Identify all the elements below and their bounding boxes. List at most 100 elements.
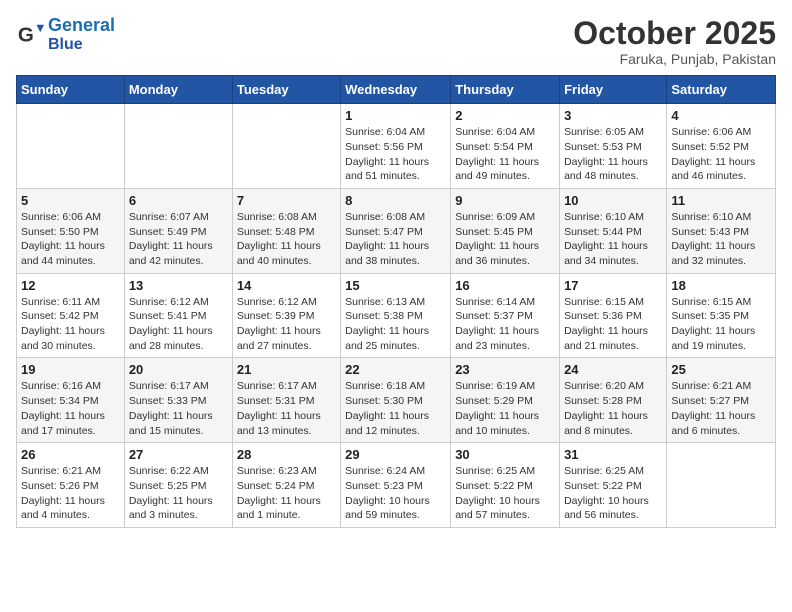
- calendar-day-cell: 5Sunrise: 6:06 AM Sunset: 5:50 PM Daylig…: [17, 188, 125, 273]
- day-number: 9: [455, 193, 555, 208]
- day-info: Sunrise: 6:15 AM Sunset: 5:35 PM Dayligh…: [671, 295, 771, 354]
- day-info: Sunrise: 6:04 AM Sunset: 5:56 PM Dayligh…: [345, 125, 446, 184]
- day-info: Sunrise: 6:14 AM Sunset: 5:37 PM Dayligh…: [455, 295, 555, 354]
- calendar-day-cell: 24 Sunrise: 6:20 AM Sunset: 5:28 PM Dayli…: [560, 358, 667, 443]
- calendar-day-cell: 2 Sunrise: 6:04 AM Sunset: 5:54 PM Daylig…: [451, 104, 560, 189]
- calendar-day-cell: 4Sunrise: 6:06 AM Sunset: 5:52 PM Daylig…: [667, 104, 776, 189]
- day-number: 22: [345, 362, 446, 377]
- day-info: Sunrise: 6:10 AM Sunset: 5:44 PM Dayligh…: [564, 210, 662, 269]
- day-number: 31: [564, 447, 662, 462]
- logo: G General Blue: [16, 16, 115, 53]
- day-info: Sunrise: 6:08 AM Sunset: 5:47 PM Dayligh…: [345, 210, 446, 269]
- day-info: Sunrise: 6:04 AM Sunset: 5:54 PM Dayligh…: [455, 125, 555, 184]
- day-info: Sunrise: 6:25 AM Sunset: 5:22 PM Dayligh…: [455, 464, 555, 523]
- month-title: October 2025: [573, 16, 776, 51]
- calendar-day-cell: 15 Sunrise: 6:13 AM Sunset: 5:38 PM Dayli…: [341, 273, 451, 358]
- day-info: Sunrise: 6:21 AM Sunset: 5:26 PM Dayligh…: [21, 464, 120, 523]
- calendar-day-cell: [17, 104, 125, 189]
- day-info: Sunrise: 6:08 AM Sunset: 5:48 PM Dayligh…: [237, 210, 336, 269]
- day-number: 20: [129, 362, 228, 377]
- day-number: 8: [345, 193, 446, 208]
- calendar-day-cell: 20 Sunrise: 6:17 AM Sunset: 5:33 PM Dayli…: [124, 358, 232, 443]
- calendar-day-cell: 7Sunrise: 6:08 AM Sunset: 5:48 PM Daylig…: [232, 188, 340, 273]
- calendar-week-row: 26 Sunrise: 6:21 AM Sunset: 5:26 PM Dayli…: [17, 443, 776, 528]
- day-info: Sunrise: 6:05 AM Sunset: 5:53 PM Dayligh…: [564, 125, 662, 184]
- calendar-day-cell: 18Sunrise: 6:15 AM Sunset: 5:35 PM Dayli…: [667, 273, 776, 358]
- calendar-day-cell: 29 Sunrise: 6:24 AM Sunset: 5:23 PM Dayli…: [341, 443, 451, 528]
- logo-icon: G: [16, 21, 44, 49]
- day-number: 6: [129, 193, 228, 208]
- calendar-day-cell: 14 Sunrise: 6:12 AM Sunset: 5:39 PM Dayli…: [232, 273, 340, 358]
- day-number: 16: [455, 278, 555, 293]
- calendar-day-cell: 10Sunrise: 6:10 AM Sunset: 5:44 PM Dayli…: [560, 188, 667, 273]
- day-info: Sunrise: 6:23 AM Sunset: 5:24 PM Dayligh…: [237, 464, 336, 523]
- day-info: Sunrise: 6:17 AM Sunset: 5:31 PM Dayligh…: [237, 379, 336, 438]
- calendar-day-cell: 9 Sunrise: 6:09 AM Sunset: 5:45 PM Daylig…: [451, 188, 560, 273]
- day-number: 1: [345, 108, 446, 123]
- day-number: 3: [564, 108, 662, 123]
- day-number: 17: [564, 278, 662, 293]
- day-info: Sunrise: 6:13 AM Sunset: 5:38 PM Dayligh…: [345, 295, 446, 354]
- weekday-header: Thursday: [451, 76, 560, 104]
- day-info: Sunrise: 6:25 AM Sunset: 5:22 PM Dayligh…: [564, 464, 662, 523]
- calendar-week-row: 5Sunrise: 6:06 AM Sunset: 5:50 PM Daylig…: [17, 188, 776, 273]
- weekday-header: Wednesday: [341, 76, 451, 104]
- day-info: Sunrise: 6:10 AM Sunset: 5:43 PM Dayligh…: [671, 210, 771, 269]
- calendar-day-cell: 11Sunrise: 6:10 AM Sunset: 5:43 PM Dayli…: [667, 188, 776, 273]
- day-info: Sunrise: 6:12 AM Sunset: 5:39 PM Dayligh…: [237, 295, 336, 354]
- weekday-header: Tuesday: [232, 76, 340, 104]
- title-block: October 2025 Faruka, Punjab, Pakistan: [573, 16, 776, 67]
- calendar-day-cell: 12 Sunrise: 6:11 AM Sunset: 5:42 PM Dayli…: [17, 273, 125, 358]
- weekday-header-row: SundayMondayTuesdayWednesdayThursdayFrid…: [17, 76, 776, 104]
- calendar-day-cell: 13 Sunrise: 6:12 AM Sunset: 5:41 PM Dayli…: [124, 273, 232, 358]
- calendar-day-cell: 21 Sunrise: 6:17 AM Sunset: 5:31 PM Dayli…: [232, 358, 340, 443]
- calendar-day-cell: 16 Sunrise: 6:14 AM Sunset: 5:37 PM Dayli…: [451, 273, 560, 358]
- weekday-header: Monday: [124, 76, 232, 104]
- day-number: 27: [129, 447, 228, 462]
- day-number: 15: [345, 278, 446, 293]
- calendar-table: SundayMondayTuesdayWednesdayThursdayFrid…: [16, 75, 776, 528]
- day-info: Sunrise: 6:12 AM Sunset: 5:41 PM Dayligh…: [129, 295, 228, 354]
- calendar-day-cell: 28 Sunrise: 6:23 AM Sunset: 5:24 PM Dayli…: [232, 443, 340, 528]
- calendar-week-row: 1 Sunrise: 6:04 AM Sunset: 5:56 PM Daylig…: [17, 104, 776, 189]
- location: Faruka, Punjab, Pakistan: [573, 51, 776, 67]
- day-info: Sunrise: 6:17 AM Sunset: 5:33 PM Dayligh…: [129, 379, 228, 438]
- calendar-day-cell: 3 Sunrise: 6:05 AM Sunset: 5:53 PM Daylig…: [560, 104, 667, 189]
- svg-text:G: G: [18, 23, 34, 46]
- calendar-day-cell: 8 Sunrise: 6:08 AM Sunset: 5:47 PM Daylig…: [341, 188, 451, 273]
- day-number: 14: [237, 278, 336, 293]
- day-info: Sunrise: 6:15 AM Sunset: 5:36 PM Dayligh…: [564, 295, 662, 354]
- day-number: 23: [455, 362, 555, 377]
- day-number: 28: [237, 447, 336, 462]
- day-info: Sunrise: 6:09 AM Sunset: 5:45 PM Dayligh…: [455, 210, 555, 269]
- day-number: 29: [345, 447, 446, 462]
- day-info: Sunrise: 6:24 AM Sunset: 5:23 PM Dayligh…: [345, 464, 446, 523]
- day-info: Sunrise: 6:06 AM Sunset: 5:52 PM Dayligh…: [671, 125, 771, 184]
- calendar-day-cell: 6 Sunrise: 6:07 AM Sunset: 5:49 PM Daylig…: [124, 188, 232, 273]
- calendar-day-cell: 17 Sunrise: 6:15 AM Sunset: 5:36 PM Dayli…: [560, 273, 667, 358]
- day-number: 2: [455, 108, 555, 123]
- day-info: Sunrise: 6:20 AM Sunset: 5:28 PM Dayligh…: [564, 379, 662, 438]
- day-info: Sunrise: 6:21 AM Sunset: 5:27 PM Dayligh…: [671, 379, 771, 438]
- day-info: Sunrise: 6:11 AM Sunset: 5:42 PM Dayligh…: [21, 295, 120, 354]
- weekday-header: Friday: [560, 76, 667, 104]
- day-number: 26: [21, 447, 120, 462]
- day-number: 12: [21, 278, 120, 293]
- calendar-day-cell: 30 Sunrise: 6:25 AM Sunset: 5:22 PM Dayli…: [451, 443, 560, 528]
- calendar-day-cell: 26 Sunrise: 6:21 AM Sunset: 5:26 PM Dayli…: [17, 443, 125, 528]
- day-number: 24: [564, 362, 662, 377]
- day-number: 13: [129, 278, 228, 293]
- calendar-week-row: 12 Sunrise: 6:11 AM Sunset: 5:42 PM Dayli…: [17, 273, 776, 358]
- page-header: G General Blue October 2025 Faruka, Punj…: [16, 16, 776, 67]
- calendar-day-cell: 22Sunrise: 6:18 AM Sunset: 5:30 PM Dayli…: [341, 358, 451, 443]
- day-number: 19: [21, 362, 120, 377]
- day-number: 25: [671, 362, 771, 377]
- day-info: Sunrise: 6:16 AM Sunset: 5:34 PM Dayligh…: [21, 379, 120, 438]
- day-number: 21: [237, 362, 336, 377]
- calendar-day-cell: 23 Sunrise: 6:19 AM Sunset: 5:29 PM Dayli…: [451, 358, 560, 443]
- day-info: Sunrise: 6:19 AM Sunset: 5:29 PM Dayligh…: [455, 379, 555, 438]
- calendar-day-cell: 31 Sunrise: 6:25 AM Sunset: 5:22 PM Dayli…: [560, 443, 667, 528]
- day-info: Sunrise: 6:07 AM Sunset: 5:49 PM Dayligh…: [129, 210, 228, 269]
- day-number: 30: [455, 447, 555, 462]
- calendar-day-cell: 25 Sunrise: 6:21 AM Sunset: 5:27 PM Dayli…: [667, 358, 776, 443]
